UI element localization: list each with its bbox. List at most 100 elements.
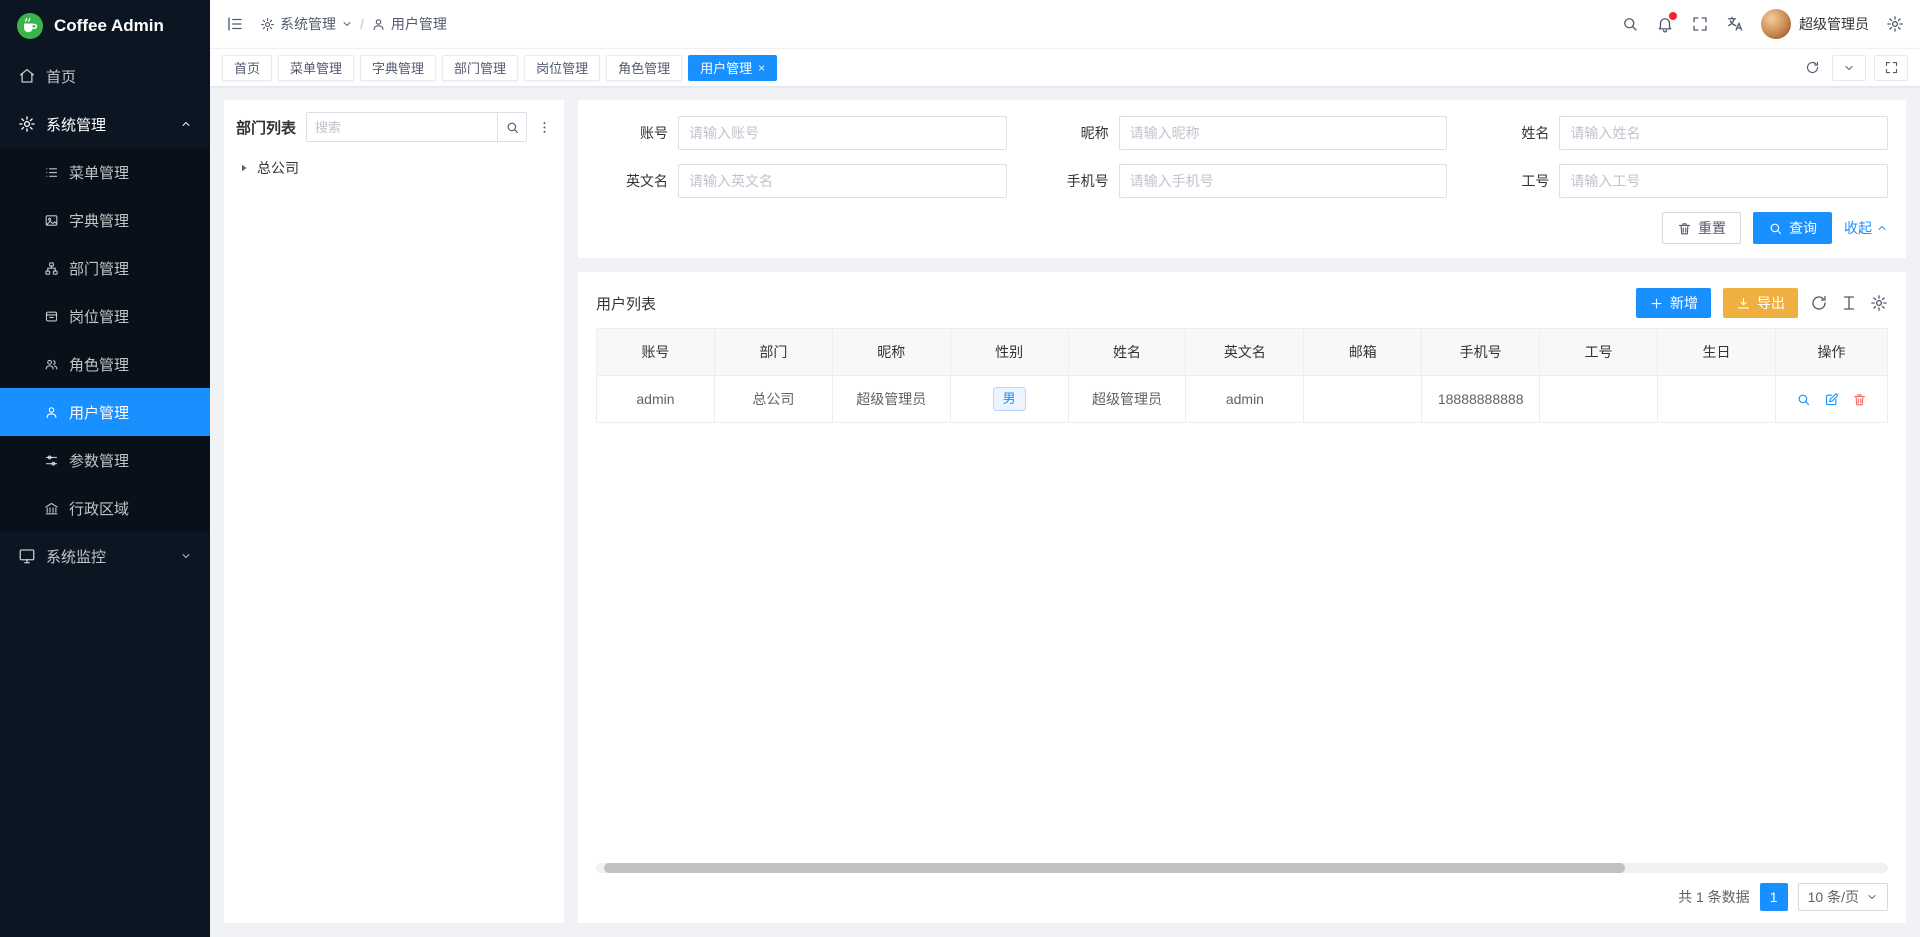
tab-post-management[interactable]: 岗位管理 <box>524 55 600 81</box>
column-settings-button[interactable] <box>1870 294 1888 312</box>
sidebar-fold-button[interactable] <box>226 15 244 33</box>
sidebar-item-dictionary-management[interactable]: 字典管理 <box>0 196 210 244</box>
sidebar-item-system-monitor[interactable]: 系统监控 <box>0 532 210 580</box>
department-more-button[interactable] <box>537 120 552 135</box>
table-empty-area <box>596 423 1888 863</box>
refresh-table-button[interactable] <box>1810 294 1828 312</box>
tree-node-head-office[interactable]: 总公司 <box>236 154 552 182</box>
delete-row-button[interactable] <box>1852 392 1867 407</box>
department-search <box>306 112 527 142</box>
caret-right-icon[interactable] <box>238 162 250 174</box>
user-table: 账号 部门 昵称 性别 姓名 英文名 邮箱 手机号 工号 生日 操作 <box>596 328 1888 423</box>
notifications-button[interactable] <box>1656 15 1674 33</box>
user-menu[interactable]: 超级管理员 <box>1761 9 1869 39</box>
content-fullscreen-button[interactable] <box>1874 55 1908 81</box>
breadcrumb-separator: / <box>360 16 364 32</box>
department-search-input[interactable] <box>306 112 497 142</box>
row-height-button[interactable] <box>1840 294 1858 312</box>
sidebar: Coffee Admin 首页 系统管理 菜单管理 字典管理 <box>0 0 210 937</box>
page-size-value: 10 条/页 <box>1808 887 1859 907</box>
table-row[interactable]: admin 总公司 超级管理员 男 超级管理员 admin 1888888888… <box>597 376 1888 423</box>
sidebar-item-user-management[interactable]: 用户管理 <box>0 388 210 436</box>
column-header: 工号 <box>1540 329 1658 376</box>
department-search-button[interactable] <box>497 112 527 142</box>
reset-button-label: 重置 <box>1698 218 1726 238</box>
sidebar-item-label: 字典管理 <box>69 210 129 231</box>
fullscreen-button[interactable] <box>1691 15 1709 33</box>
collapse-form-link[interactable]: 收起 <box>1844 218 1888 238</box>
department-icon <box>44 261 59 276</box>
query-button[interactable]: 查询 <box>1753 212 1832 244</box>
english-name-input[interactable] <box>678 164 1007 198</box>
breadcrumb-label: 系统管理 <box>280 14 336 34</box>
account-input[interactable] <box>678 116 1007 150</box>
sidebar-item-parameter-management[interactable]: 参数管理 <box>0 436 210 484</box>
pagination: 共 1 条数据 1 10 条/页 <box>596 883 1888 911</box>
sidebar-item-department-management[interactable]: 部门管理 <box>0 244 210 292</box>
department-panel-title: 部门列表 <box>236 117 296 138</box>
phone-input[interactable] <box>1119 164 1448 198</box>
form-field: 英文名 <box>596 164 1007 198</box>
form-field: 工号 <box>1477 164 1888 198</box>
add-user-button[interactable]: 新增 <box>1636 288 1711 318</box>
sidebar-item-label: 部门管理 <box>69 258 129 279</box>
tab-home[interactable]: 首页 <box>222 55 272 81</box>
field-label: 昵称 <box>1037 123 1109 143</box>
edit-icon <box>1824 392 1839 407</box>
app-root: Coffee Admin 首页 系统管理 菜单管理 字典管理 <box>0 0 1920 937</box>
column-header: 昵称 <box>832 329 950 376</box>
search-form-actions: 重置 查询 收起 <box>596 212 1888 244</box>
global-search-button[interactable] <box>1621 15 1639 33</box>
add-button-label: 新增 <box>1670 293 1698 313</box>
tree-node-label: 总公司 <box>257 158 299 178</box>
chevron-down-icon <box>341 18 353 30</box>
department-panel: 部门列表 总公 <box>224 100 564 923</box>
language-switch-button[interactable] <box>1726 15 1744 33</box>
sidebar-item-post-management[interactable]: 岗位管理 <box>0 292 210 340</box>
reset-button[interactable]: 重置 <box>1662 212 1741 244</box>
download-icon <box>1736 296 1751 311</box>
page-1-button[interactable]: 1 <box>1760 883 1788 911</box>
export-button[interactable]: 导出 <box>1723 288 1798 318</box>
sidebar-item-menu-management[interactable]: 菜单管理 <box>0 148 210 196</box>
sidebar-item-region-management[interactable]: 行政区域 <box>0 484 210 532</box>
tab-menu-management[interactable]: 菜单管理 <box>278 55 354 81</box>
name-input[interactable] <box>1559 116 1888 150</box>
field-label: 姓名 <box>1477 123 1549 143</box>
work-id-input[interactable] <box>1559 164 1888 198</box>
user-list-card: 用户列表 新增 导出 <box>578 272 1906 923</box>
tab-dictionary-management[interactable]: 字典管理 <box>360 55 436 81</box>
horizontal-scrollbar[interactable] <box>596 863 1888 873</box>
nickname-input[interactable] <box>1119 116 1448 150</box>
edit-row-button[interactable] <box>1824 392 1839 407</box>
pagination-total: 共 1 条数据 <box>1678 887 1750 907</box>
column-header: 生日 <box>1658 329 1776 376</box>
cell-department: 总公司 <box>714 376 832 423</box>
maximize-icon <box>1884 60 1899 75</box>
sidebar-item-home[interactable]: 首页 <box>0 52 210 100</box>
tab-department-management[interactable]: 部门管理 <box>442 55 518 81</box>
gear-icon <box>260 17 275 32</box>
scrollbar-thumb[interactable] <box>604 863 1625 873</box>
tab-user-management[interactable]: 用户管理 × <box>688 55 777 81</box>
app-logo[interactable]: Coffee Admin <box>0 0 210 52</box>
home-icon <box>18 67 36 85</box>
page-size-select[interactable]: 10 条/页 <box>1798 883 1888 911</box>
sidebar-item-role-management[interactable]: 角色管理 <box>0 340 210 388</box>
user-icon <box>44 405 59 420</box>
view-row-button[interactable] <box>1796 392 1811 407</box>
breadcrumb-user-management[interactable]: 用户管理 <box>371 14 447 34</box>
breadcrumb-system-management[interactable]: 系统管理 <box>260 14 353 34</box>
column-header: 姓名 <box>1068 329 1186 376</box>
tab-options-button[interactable] <box>1832 55 1866 81</box>
sidebar-item-system-management[interactable]: 系统管理 <box>0 100 210 148</box>
refresh-tab-button[interactable] <box>1801 60 1824 75</box>
column-header: 账号 <box>597 329 715 376</box>
chevron-up-icon <box>180 118 192 130</box>
cell-phone: 18888888888 <box>1422 376 1540 423</box>
tab-role-management[interactable]: 角色管理 <box>606 55 682 81</box>
settings-button[interactable] <box>1886 15 1904 33</box>
parameter-icon <box>44 453 59 468</box>
sidebar-item-label: 系统管理 <box>46 114 106 135</box>
tab-close-icon[interactable]: × <box>758 62 765 74</box>
